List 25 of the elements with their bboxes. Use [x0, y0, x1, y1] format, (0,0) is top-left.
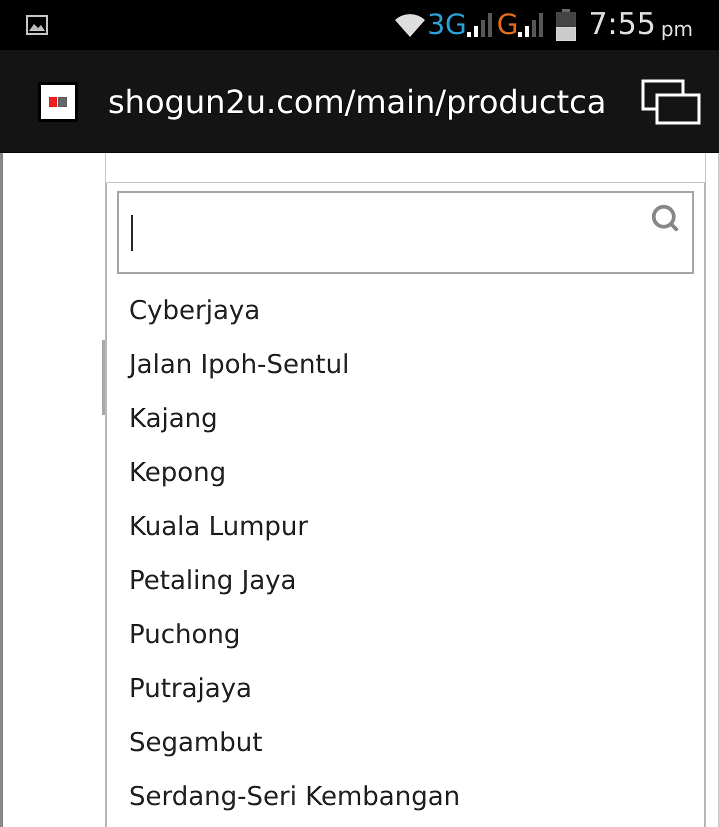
- clock-ampm: pm: [660, 19, 693, 39]
- signal-icon: [466, 12, 493, 38]
- network-label: G: [496, 11, 518, 39]
- tabs-icon[interactable]: [641, 78, 701, 124]
- clock-time: 7:55: [588, 10, 656, 40]
- dropdown-option[interactable]: Kuala Lumpur: [117, 508, 308, 546]
- dropdown-option[interactable]: Serdang-Seri Kembangan: [117, 778, 460, 816]
- battery-icon: [556, 9, 576, 41]
- dropdown-option[interactable]: Putrajaya: [117, 670, 252, 708]
- search-icon: [650, 203, 680, 233]
- dropdown-option[interactable]: Kepong: [117, 454, 226, 492]
- select-box[interactable]: [105, 153, 706, 183]
- wifi-icon: [395, 13, 426, 37]
- network-label: 3G: [427, 11, 467, 39]
- dropdown-option[interactable]: Cyberjaya: [117, 292, 260, 330]
- site-favicon: [38, 82, 78, 122]
- dropdown-option[interactable]: Puchong: [117, 616, 240, 654]
- search-field[interactable]: [117, 191, 694, 274]
- dropdown-option[interactable]: Petaling Jaya: [117, 562, 296, 600]
- dropdown-option[interactable]: Kajang: [117, 400, 218, 438]
- image-icon: [26, 15, 48, 35]
- dropdown-option[interactable]: Jalan Ipoh-Sentul: [117, 346, 350, 384]
- dropdown-option[interactable]: Segambut: [117, 724, 262, 762]
- signal-icon: [518, 12, 544, 38]
- url-text[interactable]: shogun2u.com/main/productca: [108, 78, 608, 126]
